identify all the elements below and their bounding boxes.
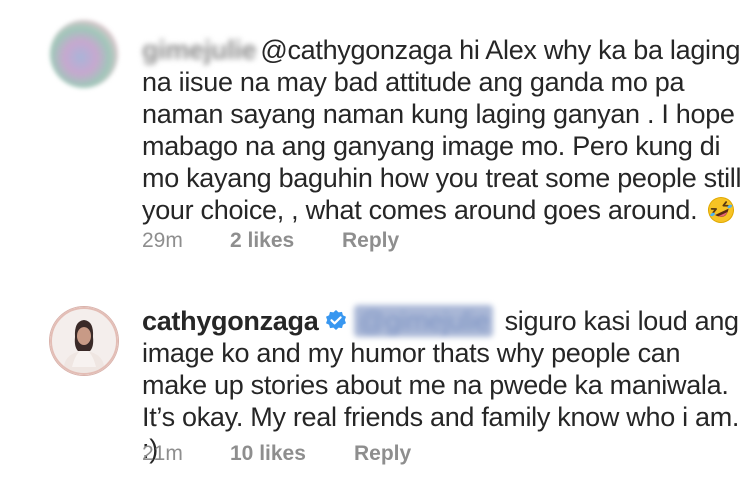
- comment-time: 29m: [142, 229, 183, 252]
- verified-badge-icon: [326, 310, 347, 330]
- likes-count[interactable]: 10 likes: [230, 442, 354, 466]
- reply-button[interactable]: Reply: [354, 442, 411, 466]
- comment-body: cathygonzaga @gimejulie siguro kasi loud…: [142, 305, 742, 465]
- mention-link[interactable]: @cathygonzaga: [260, 35, 452, 65]
- commenter-username[interactable]: gimejulie: [142, 34, 257, 66]
- comment-meta: 21m 10 likes Reply: [142, 442, 411, 466]
- mention-link[interactable]: @gimejulie: [354, 305, 494, 337]
- avatar-cathygonzaga[interactable]: [50, 307, 118, 375]
- reply-button[interactable]: Reply: [342, 229, 399, 253]
- avatar-commenter[interactable]: [50, 20, 118, 88]
- comment-meta: 29m 2 likes Reply: [142, 229, 399, 253]
- commenter-username[interactable]: cathygonzaga: [142, 306, 319, 336]
- comment-time: 21m: [142, 442, 183, 465]
- comment-body: gimejulie @cathygonzaga hi Alex why ka ba…: [142, 34, 742, 226]
- likes-count[interactable]: 2 likes: [230, 229, 342, 253]
- profile-photo-icon: [50, 307, 118, 375]
- laughing-emoji-icon: [707, 197, 734, 223]
